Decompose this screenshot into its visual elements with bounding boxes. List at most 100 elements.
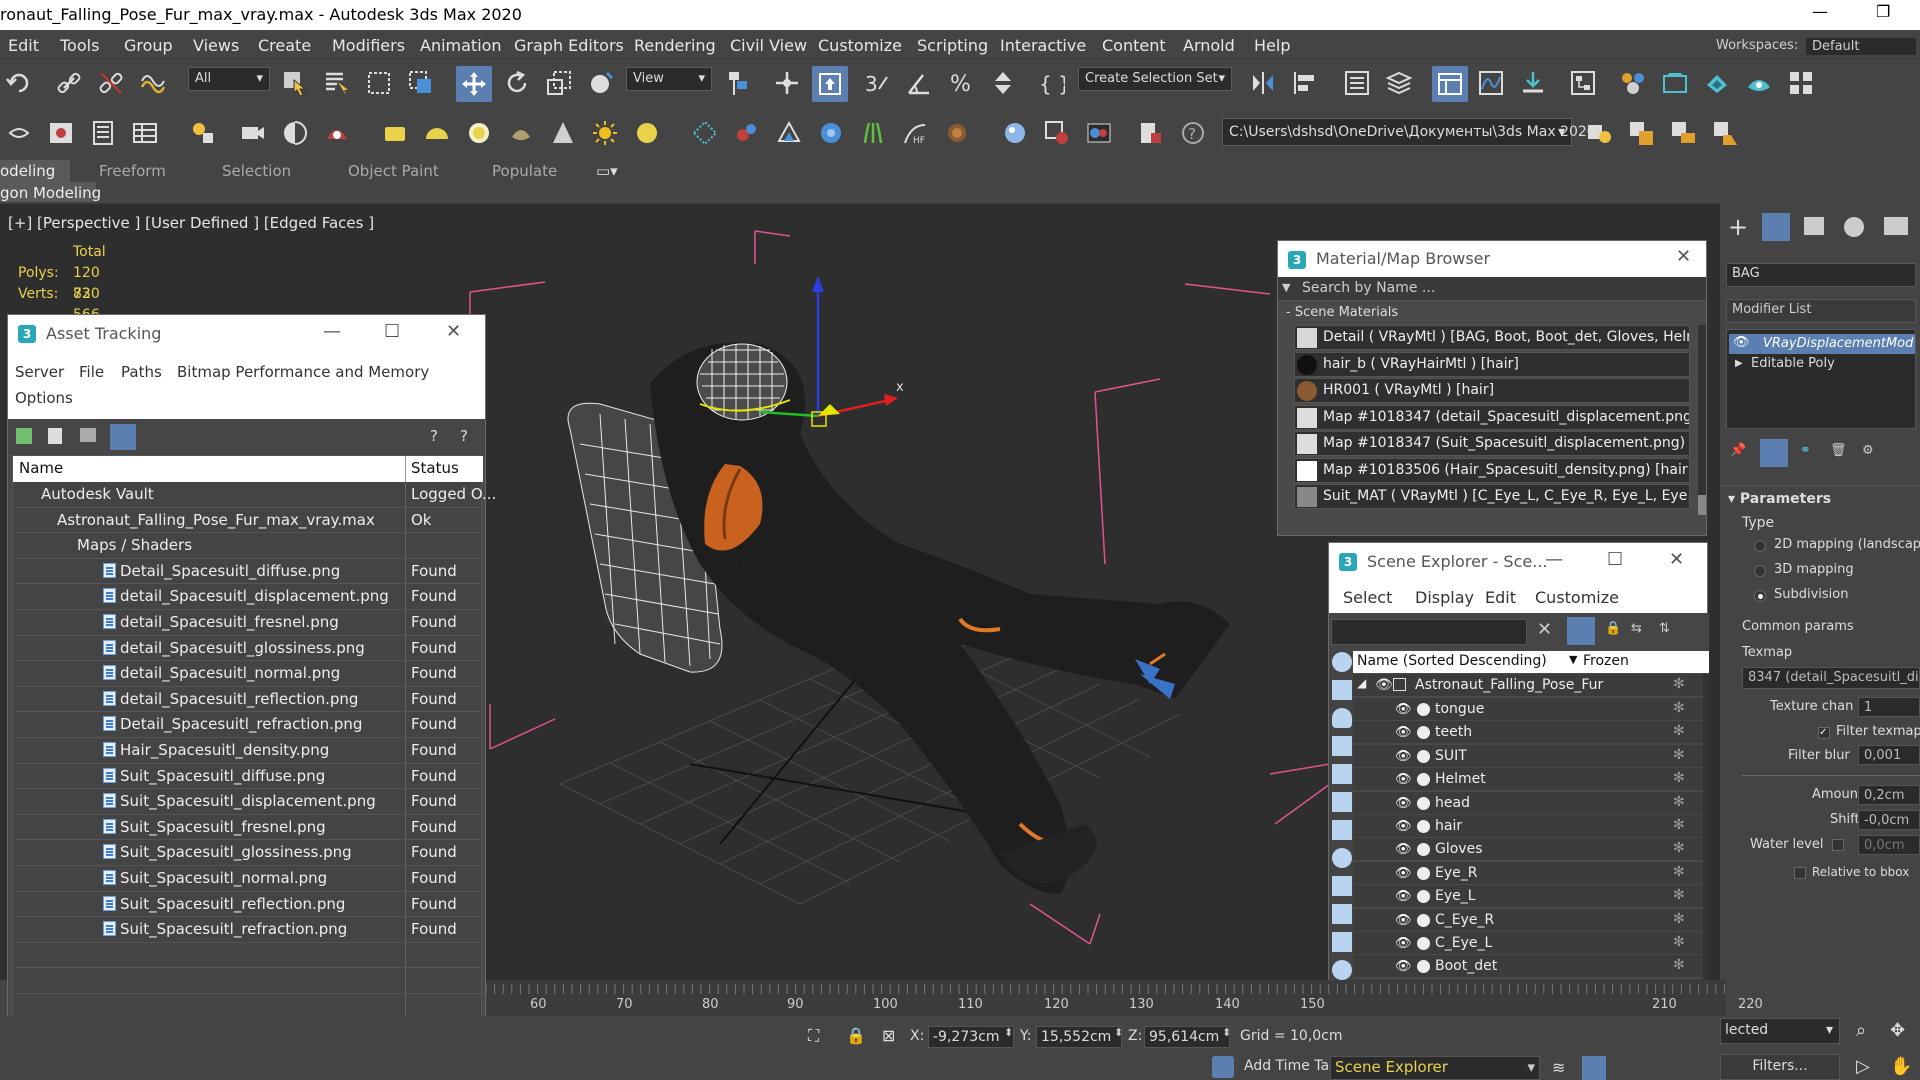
unlink-icon[interactable] — [96, 68, 126, 98]
visibility-eye-icon[interactable]: 👁 — [1395, 725, 1412, 740]
isolate-selection-icon[interactable]: ⛶ — [808, 1026, 819, 1046]
toggle-layer-explorer-icon[interactable] — [1384, 68, 1414, 98]
asset-table-row[interactable]: Suit_Spacesuitl_displacement.png Found — [13, 789, 483, 815]
filter-icon[interactable] — [1567, 617, 1595, 645]
scene-object-row[interactable]: 👁 SUIT ✻ — [1353, 744, 1703, 768]
camera-sequencer-icon[interactable] — [238, 118, 268, 148]
material-list-item[interactable]: Map #10183506 (Hair_Spacesuitl_density.p… — [1294, 457, 1690, 483]
render-elements-icon[interactable] — [322, 118, 352, 148]
select-and-manipulate-icon[interactable] — [772, 68, 802, 98]
render-toggle-icon[interactable] — [1417, 703, 1430, 716]
scene-icon[interactable] — [46, 118, 76, 148]
radio-3d-mapping[interactable] — [1754, 565, 1766, 577]
minimize-icon[interactable]: — — [1545, 549, 1563, 570]
material-list-item[interactable]: hair_b ( VRayHairMtl ) [hair] — [1294, 351, 1690, 377]
menu-content[interactable]: Content — [1102, 36, 1166, 55]
hierarchy-icon[interactable]: ⇆ — [1631, 621, 1642, 636]
asset-table-row[interactable]: detail_Spacesuitl_reflection.png Found — [13, 686, 483, 713]
tab-selection[interactable]: Selection — [222, 162, 291, 180]
maximize-icon[interactable]: ☐ — [384, 321, 400, 342]
visibility-eye-icon[interactable]: 👁 — [1395, 959, 1412, 974]
snaps-toggle-icon[interactable]: 3 — [862, 68, 892, 98]
close-icon[interactable]: ✕ — [1676, 246, 1691, 267]
filters-button[interactable]: Filters... — [1720, 1054, 1840, 1080]
col-frozen-header[interactable]: Frozen — [1583, 653, 1629, 669]
render-toggle-icon[interactable] — [1417, 796, 1430, 810]
frozen-filter-icon[interactable] — [1332, 932, 1352, 952]
modifier-vraydisplacement[interactable]: VRayDisplacementMod — [1763, 336, 1913, 351]
tab-freeform[interactable]: Freeform — [99, 162, 166, 180]
render-toggle-icon[interactable] — [1417, 820, 1430, 833]
scrollbar-thumb[interactable] — [1698, 495, 1706, 515]
workspaces-dropdown[interactable]: Default — [1806, 38, 1916, 55]
vray-sun-icon[interactable] — [590, 118, 620, 148]
project-folder-dropdown[interactable]: C:\Users\dshsd\OneDrive\Документы\3ds Ma… — [1222, 118, 1596, 146]
render-toggle-icon[interactable] — [1417, 937, 1430, 950]
render-toggle-icon[interactable] — [1417, 913, 1430, 927]
place-icon[interactable] — [586, 68, 616, 98]
scene-explorer-toggle-icon[interactable] — [1582, 1056, 1606, 1080]
scene-explorer-window[interactable]: 3 Scene Explorer - Sce... — ☐ ✕ Select D… — [1328, 542, 1709, 1047]
amount-field[interactable]: 0,2cm — [1858, 785, 1920, 805]
scene-explorer-titlebar[interactable]: 3 Scene Explorer - Sce... — ☐ ✕ — [1329, 543, 1707, 583]
material-browser-titlebar[interactable]: 3 Material/Map Browser ✕ — [1278, 241, 1706, 277]
rotate-icon[interactable] — [502, 68, 532, 98]
scene-object-row[interactable]: 👁 teeth ✻ — [1353, 721, 1703, 745]
y-coordinate-field[interactable]: 15,552cm — [1036, 1026, 1122, 1048]
vray-proxy-icon[interactable] — [732, 118, 762, 148]
menu-edit[interactable]: Edit — [1485, 588, 1516, 607]
create-tab-icon[interactable]: + — [1728, 213, 1748, 241]
vray-ambient-icon[interactable] — [632, 118, 662, 148]
freeze-icon[interactable]: ✻ — [1673, 770, 1685, 786]
visibility-eye-icon[interactable]: 👁 — [1395, 702, 1412, 717]
visibility-eye-icon[interactable]: 👁 — [1395, 749, 1412, 764]
filter-texmap-checkbox[interactable]: ✓ — [1818, 727, 1830, 739]
vray-material-sphere-icon[interactable] — [1000, 118, 1030, 148]
mirror-icon[interactable] — [1248, 68, 1278, 98]
scene-object-row[interactable]: 👁 Gloves ✻ — [1353, 838, 1703, 862]
asset-table-row[interactable]: Maps / Shaders — [13, 533, 483, 559]
vray-volume-icon[interactable] — [942, 118, 972, 148]
restore-button[interactable]: ❐ — [1876, 2, 1890, 21]
render-toggle-icon[interactable] — [1417, 960, 1430, 974]
hand-icon[interactable]: ✋ — [1890, 1056, 1912, 1077]
menu-civil-view[interactable]: Civil View — [730, 36, 807, 55]
asset-table-row[interactable]: detail_Spacesuitl_fresnel.png Found — [13, 610, 483, 636]
align-icon[interactable] — [1290, 68, 1320, 98]
freeze-icon[interactable]: ✻ — [1673, 794, 1685, 810]
material-map-browser-window[interactable]: 3 Material/Map Browser ✕ ▼ Search by Nam… — [1277, 240, 1707, 536]
shapes-filter-icon[interactable] — [1332, 680, 1352, 700]
maximize-icon[interactable]: ☐ — [1607, 549, 1623, 570]
menu-options[interactable]: Options — [15, 389, 73, 407]
material-search-input[interactable]: Search by Name ... — [1302, 280, 1435, 296]
table-icon[interactable] — [130, 118, 160, 148]
make-unique-icon[interactable]: ⚭ — [1800, 443, 1811, 458]
freeze-icon[interactable]: ✻ — [1673, 747, 1685, 763]
vray-fur-icon[interactable] — [690, 118, 720, 148]
x-coordinate-field[interactable]: -9,273cm — [928, 1026, 1014, 1048]
render-toggle-icon[interactable] — [1417, 749, 1430, 763]
time-tag-icon[interactable] — [1212, 1056, 1234, 1078]
help-icon[interactable]: ? — [430, 427, 438, 445]
render-toggle-icon[interactable] — [1417, 890, 1430, 904]
list-icon[interactable] — [88, 118, 118, 148]
asset-table-row[interactable]: Autodesk Vault Logged O... — [13, 482, 496, 508]
render-toggle-icon[interactable] — [1417, 726, 1430, 740]
open-project-icon[interactable] — [1626, 118, 1656, 148]
create-project-icon[interactable] — [1668, 118, 1698, 148]
render-toggle-icon[interactable] — [1417, 866, 1430, 880]
scene-explorer-selector[interactable]: Scene Explorer ▾ — [1330, 1056, 1540, 1080]
scene-root-row[interactable]: ◢ 👁 Astronaut_Falling_Pose_Fur ✻ — [1353, 674, 1703, 697]
menu-interactive[interactable]: Interactive — [1000, 36, 1086, 55]
visibility-eye-icon[interactable]: 👁 — [1395, 866, 1412, 881]
freeze-icon[interactable]: ✻ — [1673, 911, 1685, 927]
selection-set-dropdown[interactable]: lected ▾ — [1720, 1018, 1840, 1044]
rectangular-selection-icon[interactable] — [364, 68, 394, 98]
keyboard-shortcut-override-icon[interactable] — [812, 66, 848, 102]
vray-mesh-light-icon[interactable] — [506, 118, 536, 148]
link-icon[interactable] — [54, 68, 84, 98]
visibility-eye-icon[interactable]: 👁 — [1395, 842, 1412, 857]
hidden-filter-icon[interactable] — [1332, 960, 1352, 980]
col-name-header[interactable]: Name (Sorted Descending) — [1357, 653, 1547, 669]
render-setup-icon[interactable] — [1660, 68, 1690, 98]
